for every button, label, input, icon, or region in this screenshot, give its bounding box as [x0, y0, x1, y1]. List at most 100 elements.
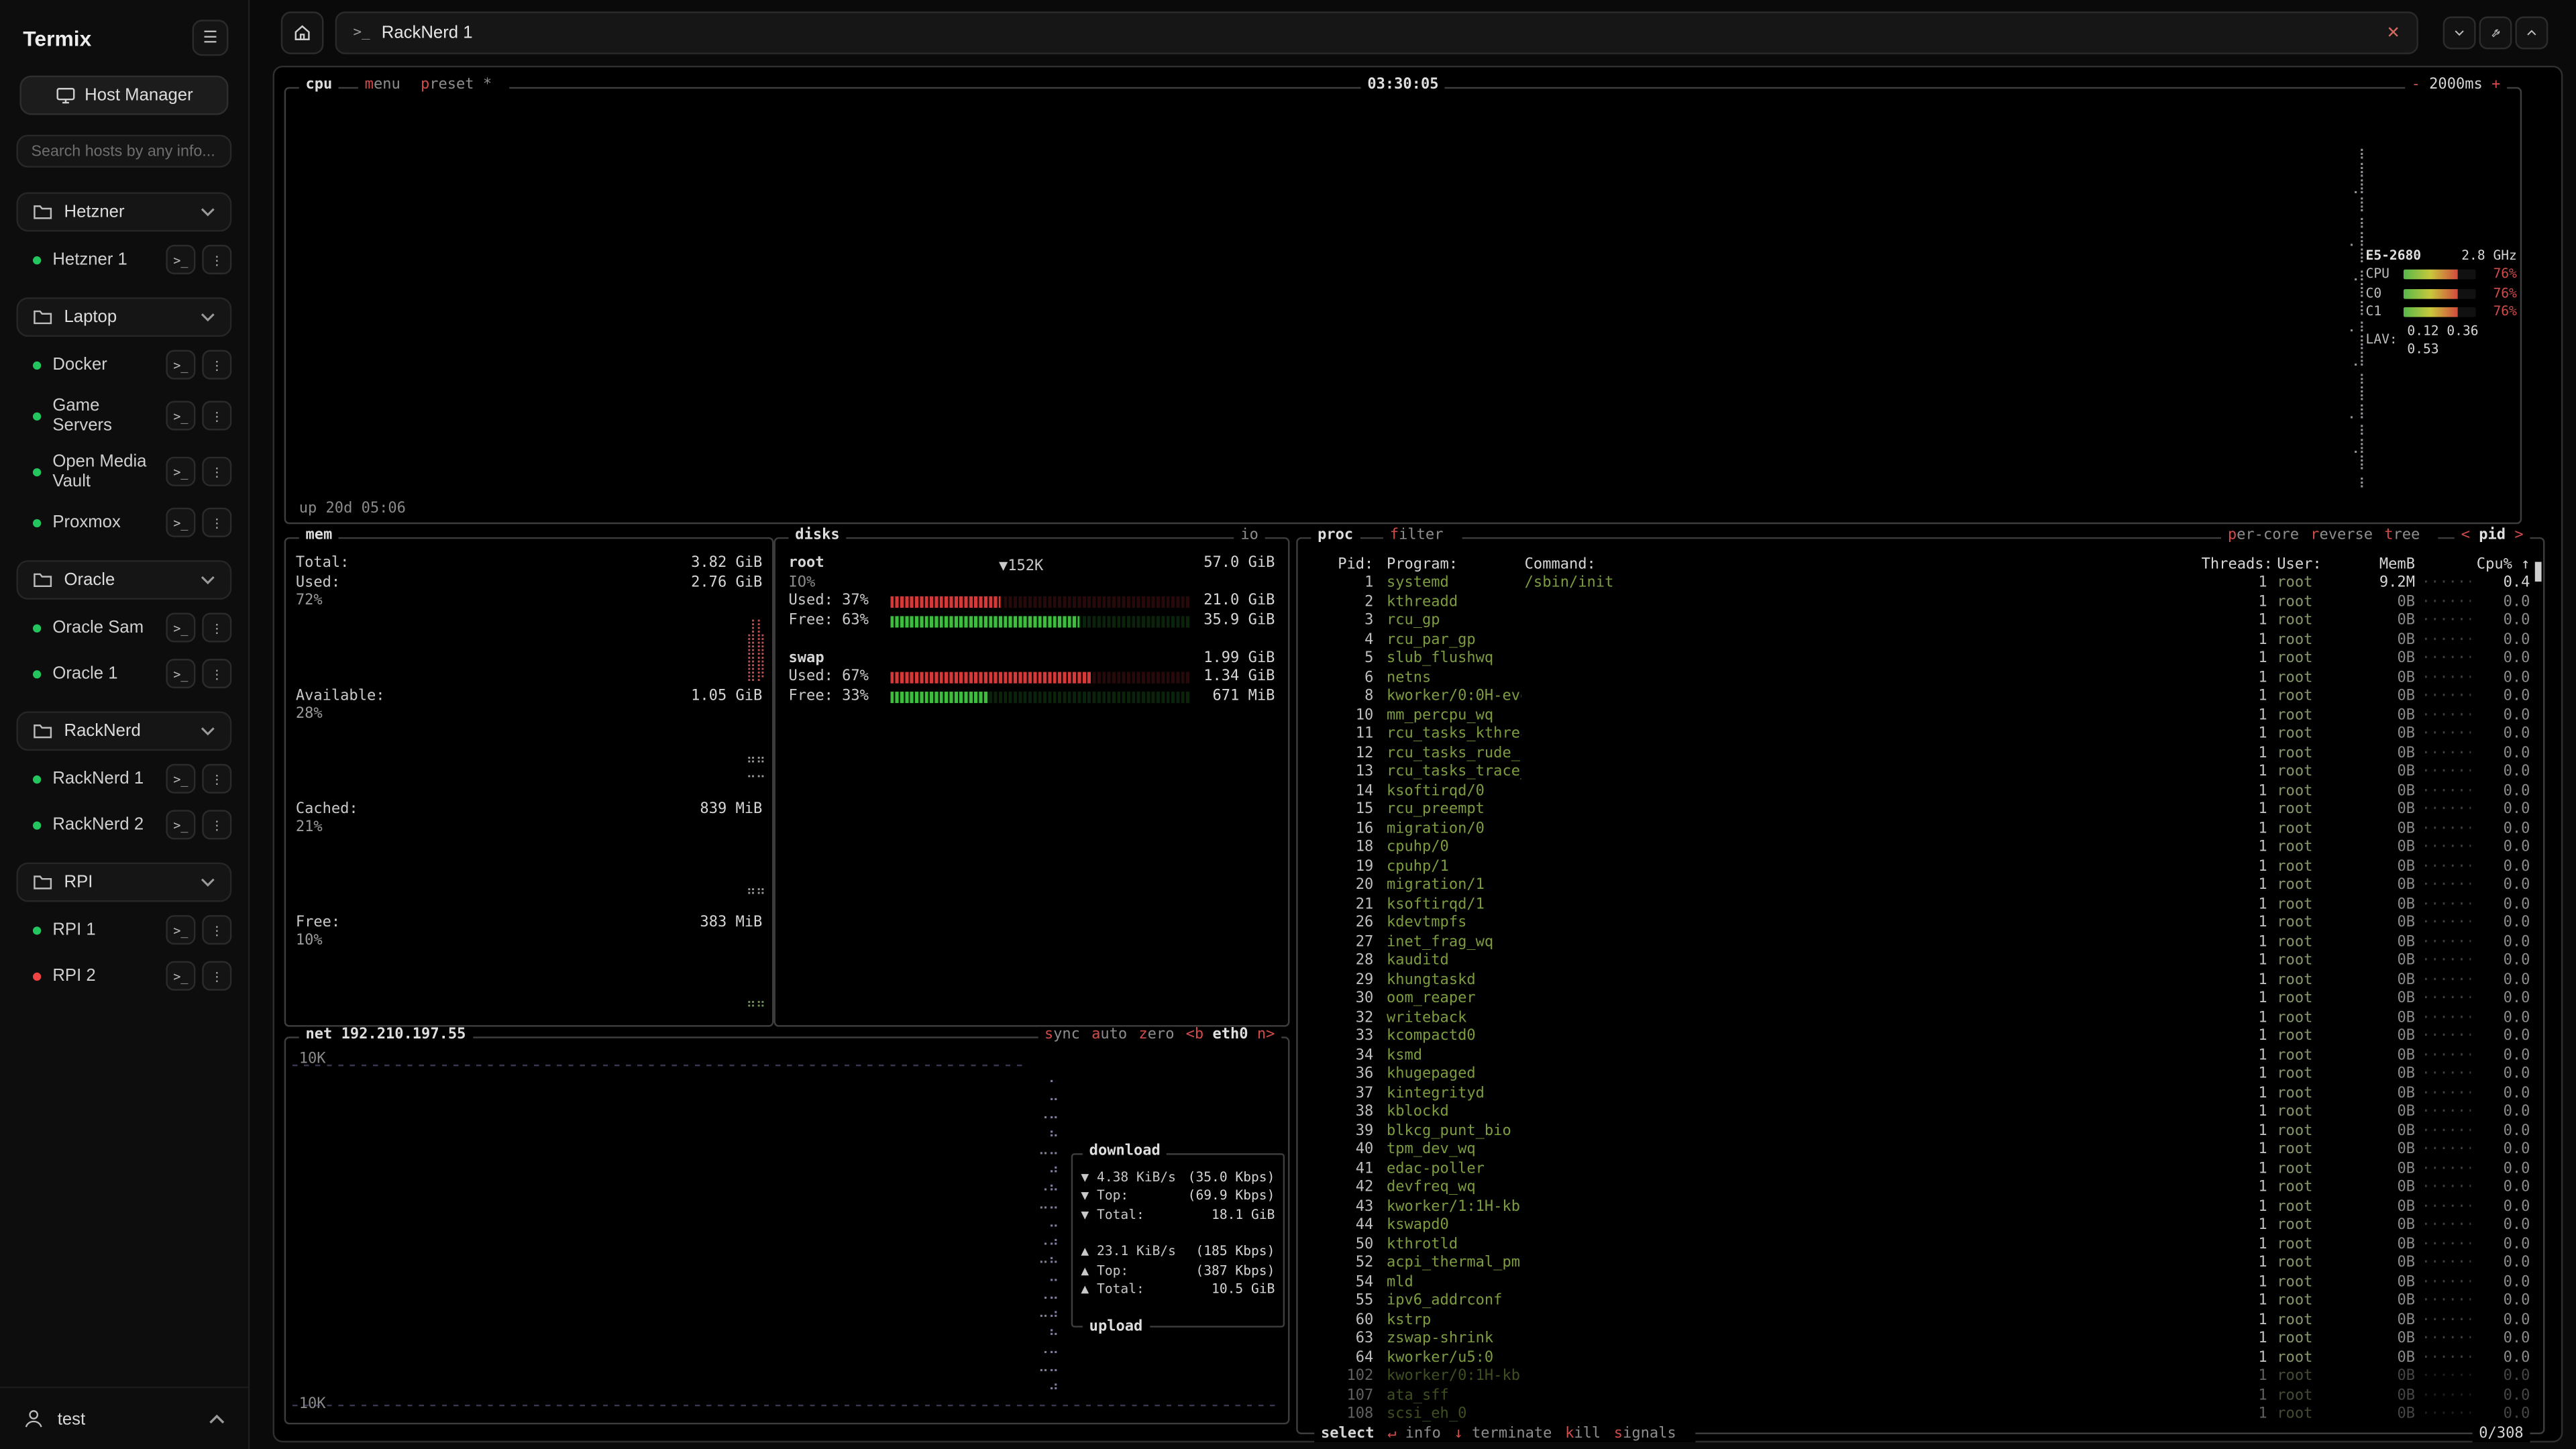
user-menu[interactable]: test — [0, 1387, 248, 1449]
connect-terminal-button[interactable]: >_ — [166, 613, 195, 643]
preset-option[interactable]: preset * — [414, 77, 510, 93]
connect-terminal-button[interactable]: >_ — [166, 350, 195, 380]
process-row[interactable]: 107ata_sff1root0B·······0.0 — [1298, 1387, 2543, 1406]
process-footer-actions[interactable]: select↵ info↓ terminatekillsignals — [1314, 1426, 1696, 1442]
tab-racknerd-1[interactable]: >_ RackNerd 1 ✕ — [335, 11, 2418, 54]
tab-close-button[interactable]: ✕ — [2386, 24, 2400, 42]
process-row[interactable]: 43kworker/1:1H-kbl1root0B·······0.0 — [1298, 1199, 2543, 1218]
panel-expand-button[interactable] — [2515, 16, 2548, 49]
panel-collapse-button[interactable] — [2443, 16, 2476, 49]
process-row[interactable]: 37kintegrityd1root0B·······0.0 — [1298, 1085, 2543, 1104]
host-options-button[interactable]: ⋮ — [202, 508, 231, 537]
host-oracle-sam[interactable]: Oracle Sam>_⋮ — [13, 605, 235, 651]
process-row[interactable]: 10mm_percpu_wq1root0B·······0.0 — [1298, 707, 2543, 726]
process-row[interactable]: 11rcu_tasks_kthrea1root0B·······0.0 — [1298, 726, 2543, 745]
host-options-button[interactable]: ⋮ — [202, 401, 231, 431]
process-row[interactable]: 36khugepaged1root0B·······0.0 — [1298, 1066, 2543, 1085]
folder-hetzner[interactable]: Hetzner — [16, 193, 231, 232]
connect-terminal-button[interactable]: >_ — [166, 401, 195, 431]
process-row[interactable]: 6netns1root0B·······0.0 — [1298, 669, 2543, 688]
process-row[interactable]: 16migration/01root0B·······0.0 — [1298, 820, 2543, 839]
process-table[interactable]: 1systemd/sbin/init1root9.2M·······0.42kt… — [1298, 575, 2543, 1429]
refresh-interval[interactable]: - 2000ms + — [2405, 77, 2507, 93]
proc-options[interactable]: per-corereversetree — [2221, 527, 2438, 543]
process-row[interactable]: 108scsi_eh_01root0B·······0.0 — [1298, 1406, 2543, 1425]
host-options-button[interactable]: ⋮ — [202, 764, 231, 794]
process-row[interactable]: 12rcu_tasks_rude_k1root0B·······0.0 — [1298, 745, 2543, 764]
process-row[interactable]: 8kworker/0:0H-eve1root0B·······0.0 — [1298, 688, 2543, 707]
process-row[interactable]: 102kworker/0:1H-kbl1root0B·······0.0 — [1298, 1368, 2543, 1387]
folder-racknerd[interactable]: RackNerd — [16, 712, 231, 751]
io-mode-option[interactable]: io — [1234, 527, 1265, 543]
net-options[interactable]: syncautozero<b eth0 n> — [1038, 1027, 1281, 1043]
host-options-button[interactable]: ⋮ — [202, 916, 231, 945]
process-row[interactable]: 2kthreadd1root0B·······0.0 — [1298, 594, 2543, 612]
process-row[interactable]: 30oom_reaper1root0B·······0.0 — [1298, 991, 2543, 1010]
process-row[interactable]: 34ksmd1root0B·······0.0 — [1298, 1047, 2543, 1066]
process-row[interactable]: 60kstrp1root0B·······0.0 — [1298, 1312, 2543, 1331]
connect-terminal-button[interactable]: >_ — [166, 245, 195, 274]
host-manager-button[interactable]: Host Manager — [19, 76, 228, 115]
connect-terminal-button[interactable]: >_ — [166, 810, 195, 840]
process-row[interactable]: 50kthrotld1root0B·······0.0 — [1298, 1236, 2543, 1255]
process-row[interactable]: 20migration/11root0B·······0.0 — [1298, 877, 2543, 896]
filter-option[interactable]: filter — [1383, 527, 1461, 543]
sidebar-menu-button[interactable]: ☰ — [193, 19, 229, 56]
host-racknerd-1[interactable]: RackNerd 1>_⋮ — [13, 756, 235, 802]
folder-oracle[interactable]: Oracle — [16, 561, 231, 600]
pid-sort-option[interactable]: < pid > — [2455, 527, 2530, 543]
host-options-button[interactable]: ⋮ — [202, 961, 231, 991]
host-options-button[interactable]: ⋮ — [202, 457, 231, 486]
home-button[interactable] — [281, 11, 324, 54]
process-row[interactable]: 14ksoftirqd/01root0B·······0.0 — [1298, 783, 2543, 802]
process-row[interactable]: 15rcu_preempt1root0B·······0.0 — [1298, 802, 2543, 820]
process-row[interactable]: 1systemd/sbin/init1root9.2M·······0.4 — [1298, 575, 2543, 594]
folder-rpi[interactable]: RPI — [16, 863, 231, 902]
process-row[interactable]: 41edac-poller1root0B·······0.0 — [1298, 1161, 2543, 1179]
process-row[interactable]: 39blkcg_punt_bio1root0B·······0.0 — [1298, 1123, 2543, 1142]
connect-terminal-button[interactable]: >_ — [166, 961, 195, 991]
process-row[interactable]: 63zswap-shrink1root0B·······0.0 — [1298, 1331, 2543, 1350]
host-oracle-1[interactable]: Oracle 1>_⋮ — [13, 651, 235, 697]
process-row[interactable]: 21ksoftirqd/11root0B·······0.0 — [1298, 896, 2543, 915]
process-row[interactable]: 5slub_flushwq1root0B·······0.0 — [1298, 651, 2543, 669]
process-row[interactable]: 3rcu_gp1root0B·······0.0 — [1298, 612, 2543, 631]
connect-terminal-button[interactable]: >_ — [166, 764, 195, 794]
process-row[interactable]: 26kdevtmpfs1root0B·······0.0 — [1298, 915, 2543, 934]
admin-tools-button[interactable] — [2479, 16, 2512, 49]
host-options-button[interactable]: ⋮ — [202, 613, 231, 643]
host-proxmox[interactable]: Proxmox>_⋮ — [13, 500, 235, 546]
process-row[interactable]: 40tpm_dev_wq1root0B·······0.0 — [1298, 1142, 2543, 1161]
process-row[interactable]: 4rcu_par_gp1root0B·······0.0 — [1298, 632, 2543, 651]
process-scrollbar[interactable] — [2535, 562, 2542, 582]
search-input[interactable] — [16, 135, 231, 168]
host-options-button[interactable]: ⋮ — [202, 659, 231, 689]
host-hetzner-1[interactable]: Hetzner 1>_⋮ — [13, 237, 235, 283]
host-options-button[interactable]: ⋮ — [202, 350, 231, 380]
host-open-media-vault[interactable]: Open Media Vault>_⋮ — [13, 444, 235, 500]
host-options-button[interactable]: ⋮ — [202, 245, 231, 274]
process-row[interactable]: 52acpi_thermal_pm1root0B·······0.0 — [1298, 1255, 2543, 1274]
connect-terminal-button[interactable]: >_ — [166, 457, 195, 486]
host-racknerd-2[interactable]: RackNerd 2>_⋮ — [13, 802, 235, 849]
process-row[interactable]: 32writeback1root0B·······0.0 — [1298, 1010, 2543, 1028]
connect-terminal-button[interactable]: >_ — [166, 508, 195, 537]
connect-terminal-button[interactable]: >_ — [166, 916, 195, 945]
process-row[interactable]: 55ipv6_addrconf1root0B·······0.0 — [1298, 1293, 2543, 1311]
process-row[interactable]: 42devfreq_wq1root0B·······0.0 — [1298, 1179, 2543, 1198]
connect-terminal-button[interactable]: >_ — [166, 659, 195, 689]
process-row[interactable]: 54mld1root0B·······0.0 — [1298, 1274, 2543, 1293]
process-row[interactable]: 19cpuhp/11root0B·······0.0 — [1298, 859, 2543, 877]
host-rpi-2[interactable]: RPI 2>_⋮ — [13, 953, 235, 1000]
process-row[interactable]: 29khungtaskd1root0B·······0.0 — [1298, 972, 2543, 991]
process-row[interactable]: 33kcompactd01root0B·······0.0 — [1298, 1028, 2543, 1047]
terminal-screen[interactable]: cpu menu preset * 03:30:05 - 2000ms + ⠀⡆… — [273, 66, 2563, 1442]
process-row[interactable]: 28kauditd1root0B·······0.0 — [1298, 953, 2543, 971]
menu-option[interactable]: menu — [358, 77, 419, 93]
process-row[interactable]: 13rcu_tasks_trace_1root0B·······0.0 — [1298, 764, 2543, 783]
process-row[interactable]: 27inet_frag_wq1root0B·······0.0 — [1298, 934, 2543, 953]
process-row[interactable]: 44kswapd01root0B·······0.0 — [1298, 1218, 2543, 1236]
process-row[interactable]: 38kblockd1root0B·······0.0 — [1298, 1104, 2543, 1123]
process-row[interactable]: 64kworker/u5:01root0B·······0.0 — [1298, 1350, 2543, 1368]
host-game-servers[interactable]: Game Servers>_⋮ — [13, 388, 235, 444]
